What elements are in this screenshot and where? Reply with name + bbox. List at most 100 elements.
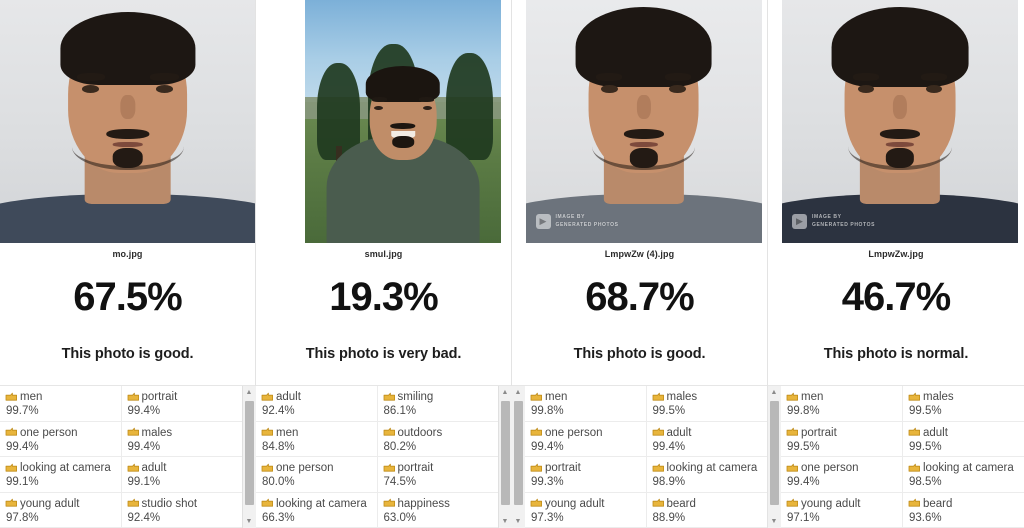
tag-item[interactable]: young adult 97.1% (781, 493, 902, 528)
tag-list-scrollbar[interactable]: ▲ ▼ (498, 386, 512, 528)
tag-score: 92.4% (127, 511, 161, 524)
tag-item[interactable]: portrait 74.5% (377, 457, 498, 493)
tag-item[interactable]: beard 93.6% (903, 493, 1024, 528)
tag-item[interactable]: looking at camera 66.3% (256, 493, 377, 528)
tag-item[interactable]: males 99.5% (646, 386, 767, 422)
scrollbar-thumb[interactable] (244, 401, 254, 505)
tag-label: beard (923, 497, 953, 510)
scrollbar-track[interactable] (498, 399, 512, 515)
tag-item[interactable]: looking at camera 98.9% (646, 457, 767, 493)
tag-list-scrollbar[interactable]: ▲ ▼ (242, 386, 256, 528)
tag-column-right: males 99.5% adult 99.4% looking at camer… (646, 386, 767, 528)
tag-name-row: males (908, 390, 1022, 404)
tag-item[interactable]: men 99.8% (525, 386, 646, 422)
tag-item[interactable]: one person 80.0% (256, 457, 377, 493)
tag-name-row: men (786, 390, 900, 404)
tag-item[interactable]: adult 92.4% (256, 386, 377, 422)
tag-name-row: portrait (530, 461, 644, 475)
quality-verdict: This photo is good. (573, 346, 706, 362)
scroll-up-icon[interactable]: ▲ (498, 386, 512, 399)
tag-label: looking at camera (276, 497, 367, 510)
scroll-up-icon[interactable]: ▲ (767, 386, 781, 399)
tag-item[interactable]: studio shot 92.4% (121, 493, 242, 528)
tag-item[interactable]: portrait 99.5% (781, 422, 902, 457)
tag-list-scrollbar-left[interactable]: ▲ ▼ (511, 386, 525, 528)
scrollbar-thumb[interactable] (769, 401, 779, 505)
scroll-down-icon[interactable]: ▼ (511, 515, 525, 528)
tag-name-row: smiling (383, 390, 497, 404)
tag-item[interactable]: young adult 97.3% (525, 493, 646, 528)
scroll-down-icon[interactable]: ▼ (498, 515, 512, 528)
tag-name-row: adult (908, 426, 1022, 440)
tag-item[interactable]: adult 99.4% (646, 422, 767, 457)
mouth-shape (112, 142, 143, 147)
quality-verdict: This photo is good. (61, 346, 194, 362)
scrollbar-thumb[interactable] (513, 401, 523, 505)
quality-score: 68.7% (585, 275, 694, 319)
tag-item[interactable]: smiling 86.1% (377, 386, 498, 422)
tag-score: 99.4% (127, 405, 161, 418)
tag-columns: men 99.8% portrait 99.5% one person 99.4… (781, 386, 1024, 528)
tag-item[interactable]: looking at camera 98.5% (903, 457, 1024, 493)
tag-item[interactable]: adult 99.5% (903, 422, 1024, 457)
scroll-up-icon[interactable]: ▲ (242, 386, 256, 399)
tag-item[interactable]: one person 99.4% (781, 457, 902, 493)
scrollbar-track[interactable] (511, 399, 525, 515)
tag-item[interactable]: outdoors 80.2% (377, 422, 498, 457)
tag-score: 99.3% (531, 476, 564, 489)
tag-score: 66.3% (262, 511, 295, 524)
tag-score: 99.4% (127, 440, 161, 453)
tag-label: one person (545, 426, 603, 439)
tag-name-row: looking at camera (652, 461, 766, 475)
tag-name-row: beard (908, 497, 1022, 511)
tag-icon (786, 427, 798, 436)
scrollbar-thumb[interactable] (500, 401, 510, 505)
tag-name-row: one person (261, 461, 375, 475)
tag-score: 63.0% (383, 511, 417, 524)
tag-item[interactable]: one person 99.4% (0, 422, 121, 457)
portrait-photo-4[interactable]: ▶ IMAGE BY GENERATED PHOTOS (782, 0, 1018, 243)
scrollbar-track[interactable] (242, 399, 256, 515)
tag-icon (261, 498, 273, 507)
tag-score: 98.9% (652, 476, 686, 489)
watermark-line-1: IMAGE BY (555, 214, 586, 221)
goatee-shape (629, 148, 658, 168)
tag-columns: men 99.8% one person 99.4% portrait 99.3… (525, 386, 767, 528)
tag-item[interactable]: portrait 99.3% (525, 457, 646, 493)
scroll-up-icon[interactable]: ▲ (511, 386, 525, 399)
portrait-photo-2[interactable] (305, 0, 501, 243)
tag-item[interactable]: one person 99.4% (525, 422, 646, 457)
tag-item[interactable]: looking at camera 99.1% (0, 457, 121, 493)
portrait-photo-1[interactable] (0, 0, 255, 243)
portrait-photo-3[interactable]: ▶ IMAGE BY GENERATED PHOTOS (525, 0, 762, 243)
scrollbar-track[interactable] (767, 399, 781, 515)
tag-score: 88.9% (652, 511, 686, 524)
tag-item[interactable]: men 84.8% (256, 422, 377, 457)
analysis-panel-3: ▶ IMAGE BY GENERATED PHOTOS LmpwZw (4).j… (511, 0, 768, 528)
tag-icon (261, 427, 273, 436)
tag-label: portrait (397, 462, 434, 474)
tag-list-scrollbar-left[interactable]: ▲ ▼ (767, 386, 781, 528)
scroll-down-icon[interactable]: ▼ (767, 515, 781, 528)
tag-label: portrait (545, 462, 581, 474)
tag-column-left: men 99.8% one person 99.4% portrait 99.3… (525, 386, 647, 528)
tag-label: young adult (20, 497, 80, 510)
tag-item[interactable]: beard 88.9% (646, 493, 767, 528)
tag-name-row: young adult (5, 497, 119, 511)
tag-score: 99.4% (6, 440, 39, 453)
tag-item[interactable]: men 99.7% (0, 386, 121, 422)
scroll-down-icon[interactable]: ▼ (242, 515, 256, 528)
tag-item[interactable]: men 99.8% (781, 386, 902, 422)
tag-name-row: looking at camera (908, 461, 1022, 475)
tag-item[interactable]: young adult 97.8% (0, 493, 121, 528)
tag-name-row: young adult (530, 497, 644, 511)
analysis-panel-4: ▶ IMAGE BY GENERATED PHOTOS LmpwZw.jpg 4… (767, 0, 1024, 528)
tag-icon (908, 427, 920, 436)
tag-score: 84.8% (262, 440, 295, 453)
tag-score: 99.8% (787, 405, 820, 418)
tag-item[interactable]: males 99.4% (121, 422, 242, 457)
tag-item[interactable]: males 99.5% (903, 386, 1024, 422)
tag-item[interactable]: happiness 63.0% (377, 493, 498, 528)
tag-item[interactable]: adult 99.1% (121, 457, 242, 493)
tag-item[interactable]: portrait 99.4% (121, 386, 242, 422)
